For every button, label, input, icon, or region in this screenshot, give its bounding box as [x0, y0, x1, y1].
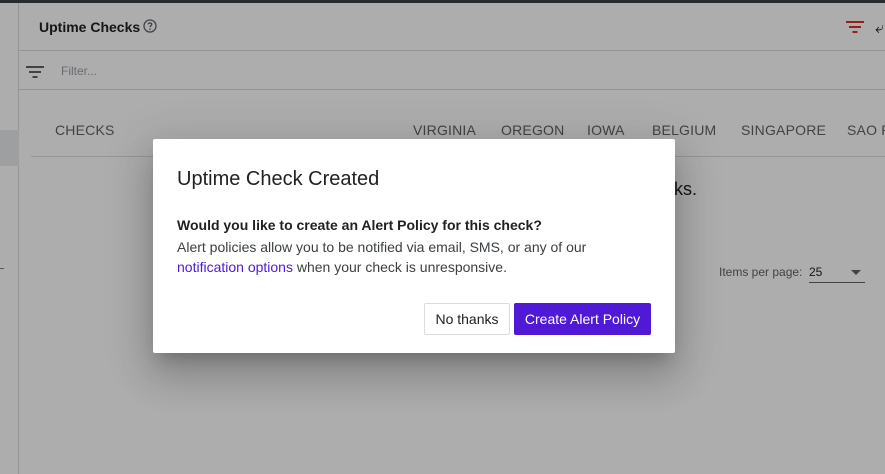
- dialog-title: Uptime Check Created: [177, 168, 380, 190]
- dialog-question: Would you like to create an Alert Policy…: [177, 217, 542, 233]
- no-thanks-button[interactable]: No thanks: [424, 303, 510, 335]
- create-alert-policy-button[interactable]: Create Alert Policy: [514, 303, 651, 335]
- alert-policy-dialog: Uptime Check Created Would you like to c…: [153, 139, 675, 353]
- dialog-body: Alert policies allow you to be notified …: [177, 237, 657, 277]
- notification-options-link[interactable]: notification options: [177, 259, 293, 275]
- dialog-body-text-end: when your check is unresponsive.: [292, 259, 507, 275]
- dialog-body-text: Alert policies allow you to be notified …: [177, 239, 587, 255]
